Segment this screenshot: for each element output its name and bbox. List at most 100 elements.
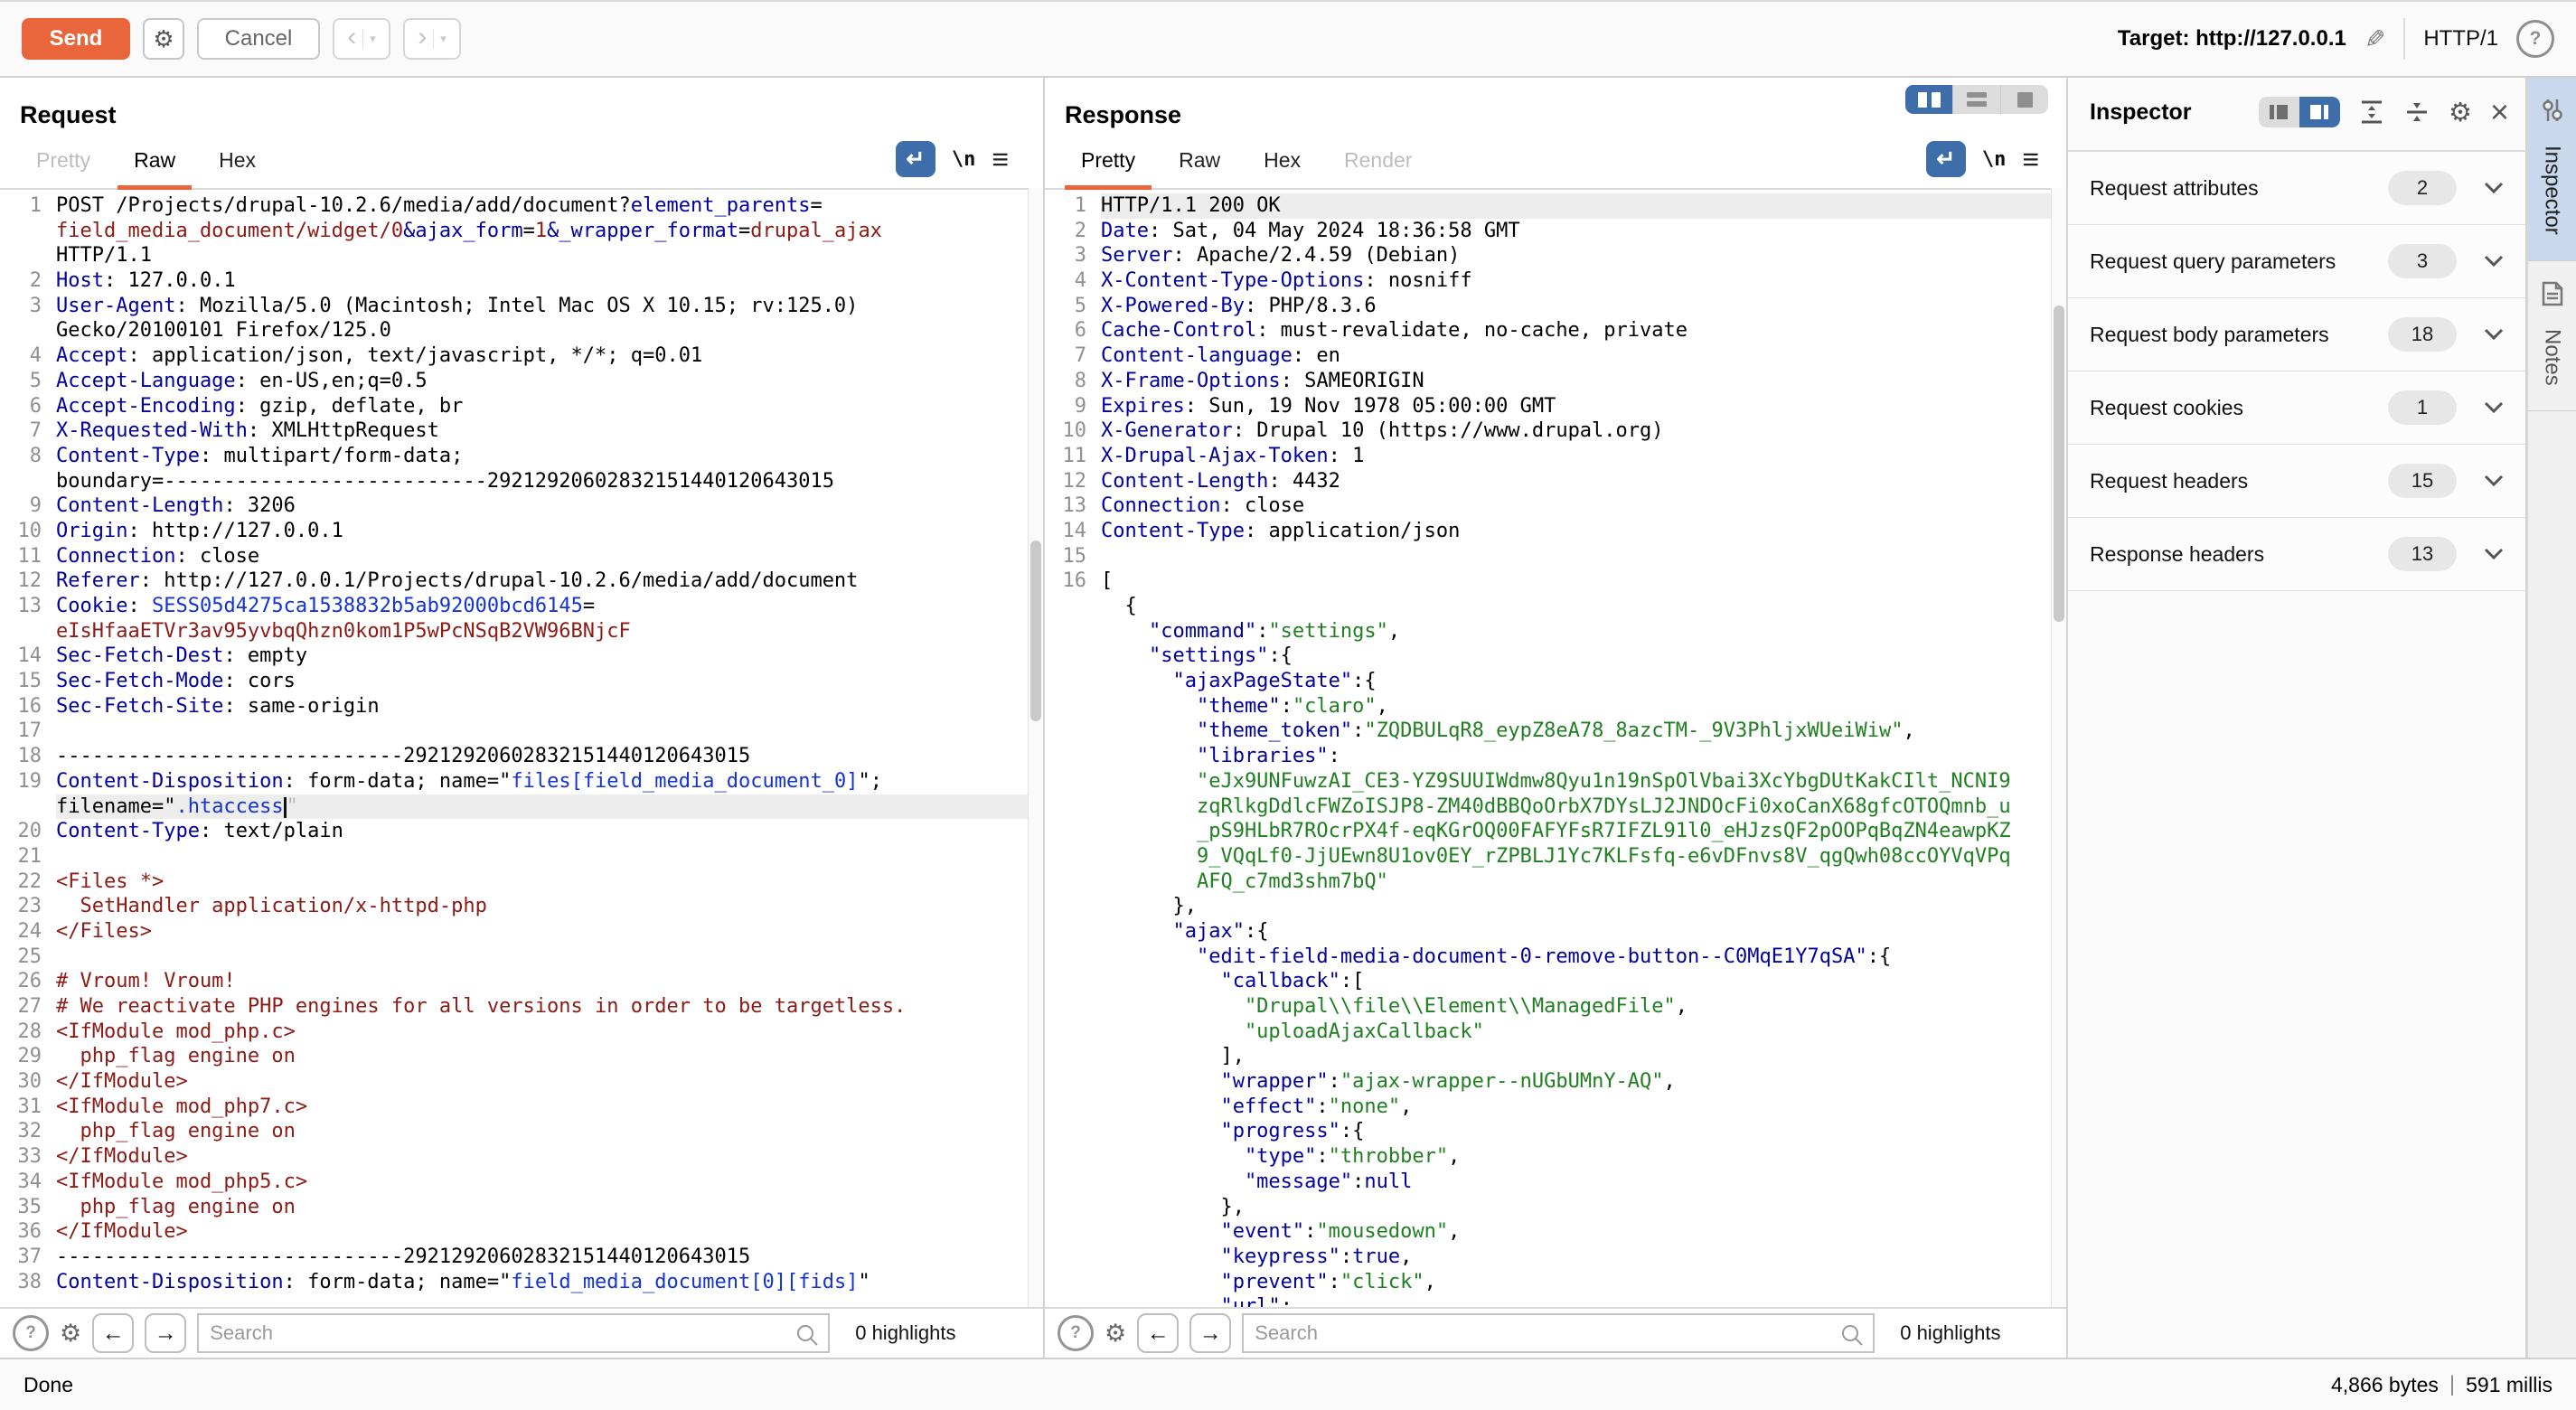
response-panel: Response PrettyRawHexRender ↵ \n ≡ 1HTTP…: [1045, 78, 2068, 1358]
layout-single-button[interactable]: [2000, 85, 2048, 114]
code-line: },: [1045, 1195, 2052, 1220]
code-line: zqRlkgDdlcFWZoISJP8-ZM40dBBQoOrbX7DYsLJ2…: [1045, 794, 2052, 820]
line-number: [1045, 744, 1101, 769]
response-panel-header: Response PrettyRawHexRender ↵ \n ≡: [1045, 78, 2066, 190]
code-line: 2Host: 127.0.0.1: [0, 268, 1029, 294]
dropdown-icon: ▾: [440, 32, 447, 46]
line-number: 1: [1045, 193, 1101, 219]
line-number: 22: [0, 870, 56, 895]
line-number: 15: [1045, 544, 1101, 569]
search-prev-button[interactable]: ←: [92, 1313, 134, 1353]
request-editor[interactable]: 1POST /Projects/drupal-10.2.6/media/add/…: [0, 188, 1029, 1307]
history-back-button[interactable]: ‹ ▾: [333, 18, 390, 60]
tab-raw[interactable]: Raw: [118, 148, 192, 190]
line-number: [1045, 1195, 1101, 1220]
line-number: [0, 794, 56, 820]
response-search-input[interactable]: [1244, 1321, 1873, 1345]
tab-pretty[interactable]: Pretty: [1065, 148, 1152, 190]
help-icon[interactable]: ?: [2516, 20, 2554, 58]
inspector-section-request-body-parameters[interactable]: Request body parameters18: [2068, 298, 2525, 371]
edit-target-icon[interactable]: ✎: [2364, 24, 2385, 54]
inspector-sections: Request attributes2Request query paramet…: [2068, 152, 2525, 591]
line-number: [0, 219, 56, 244]
inspector-settings-icon[interactable]: ⚙: [2449, 97, 2472, 128]
show-newlines-toggle[interactable]: \n: [952, 148, 976, 171]
inspector-close-icon[interactable]: ×: [2490, 96, 2509, 128]
code-line: 35 php_flag engine on: [0, 1195, 1029, 1220]
code-line: "prevent":"click",: [1045, 1270, 2052, 1295]
send-button[interactable]: Send: [22, 18, 130, 60]
collapse-all-icon[interactable]: [2403, 99, 2430, 126]
editor-menu-icon[interactable]: ≡: [2022, 145, 2039, 174]
search-prev-button[interactable]: ←: [1137, 1313, 1179, 1353]
response-editor[interactable]: 1HTTP/1.1 200 OK2Date: Sat, 04 May 2024 …: [1045, 188, 2052, 1307]
inspector-section-request-attributes[interactable]: Request attributes2: [2068, 152, 2525, 225]
line-number: 11: [0, 544, 56, 569]
code-line: 10Origin: http://127.0.0.1: [0, 519, 1029, 544]
line-number: [1045, 994, 1101, 1020]
line-number: [1045, 945, 1101, 970]
line-number: 15: [0, 669, 56, 694]
line-number: 4: [1045, 268, 1101, 294]
line-number: [1045, 1170, 1101, 1195]
request-scrollbar-thumb[interactable]: [1030, 540, 1041, 721]
code-line: "event":"mousedown",: [1045, 1219, 2052, 1245]
chevron-left-icon: ‹: [347, 24, 356, 51]
code-line: 9Content-Length: 3206: [0, 494, 1029, 519]
line-number: 19: [0, 769, 56, 794]
inspector-section-request-query-parameters[interactable]: Request query parameters3: [2068, 225, 2525, 298]
inspector-section-response-headers[interactable]: Response headers13: [2068, 518, 2525, 591]
line-number: [1045, 1020, 1101, 1045]
response-tabs: PrettyRawHexRender: [1065, 148, 1428, 190]
line-number: 38: [0, 1270, 56, 1295]
line-number: [0, 619, 56, 644]
line-number: 10: [1045, 418, 1101, 444]
code-line: "effect":"none",: [1045, 1095, 2052, 1120]
layout-rows-button[interactable]: [1952, 85, 2000, 114]
inspector-section-request-cookies[interactable]: Request cookies1: [2068, 371, 2525, 445]
code-line: "callback":[: [1045, 969, 2052, 994]
code-line: 7Content-language: en: [1045, 343, 2052, 369]
tab-hex[interactable]: Hex: [1247, 148, 1317, 190]
search-help-icon[interactable]: ?: [1058, 1315, 1094, 1351]
code-line: Gecko/20100101 Firefox/125.0: [0, 318, 1029, 343]
response-scrollbar-thumb[interactable]: [2054, 306, 2064, 622]
cancel-button[interactable]: Cancel: [197, 18, 320, 60]
word-wrap-toggle[interactable]: ↵: [896, 141, 935, 177]
code-line: 6Cache-Control: must-revalidate, no-cach…: [1045, 318, 2052, 343]
search-settings-icon[interactable]: ⚙: [60, 1320, 81, 1348]
search-next-button[interactable]: →: [145, 1313, 186, 1353]
dock-tab-inspector[interactable]: Inspector: [2528, 78, 2576, 261]
rows-layout-icon: [1967, 92, 1987, 107]
tab-hex[interactable]: Hex: [202, 148, 272, 190]
code-line: "progress":{: [1045, 1119, 2052, 1144]
show-newlines-toggle[interactable]: \n: [1982, 148, 2007, 171]
tab-raw[interactable]: Raw: [1162, 148, 1236, 190]
single-layout-icon: [2017, 92, 2033, 108]
chevron-down-icon: [2484, 328, 2504, 341]
inspector-section-request-headers[interactable]: Request headers15: [2068, 445, 2525, 518]
dock-tab-notes[interactable]: Notes: [2528, 261, 2576, 412]
code-line: 11X-Drupal-Ajax-Token: 1: [1045, 444, 2052, 469]
request-search-input[interactable]: [199, 1321, 828, 1345]
section-label: Request body parameters: [2090, 323, 2388, 347]
search-settings-icon[interactable]: ⚙: [1105, 1320, 1126, 1348]
tab-pretty: Pretty: [20, 148, 107, 190]
search-help-icon[interactable]: ?: [13, 1315, 49, 1351]
code-line: 16Sec-Fetch-Site: same-origin: [0, 694, 1029, 719]
send-settings-button[interactable]: ⚙: [143, 18, 184, 60]
code-line: boundary=---------------------------2921…: [0, 469, 1029, 494]
code-line: 25: [0, 945, 1029, 970]
line-number: 8: [0, 444, 56, 469]
editor-menu-icon[interactable]: ≡: [992, 145, 1009, 174]
expand-all-icon[interactable]: [2358, 99, 2385, 126]
inspector-view-left-button[interactable]: [2259, 97, 2299, 127]
word-wrap-toggle[interactable]: ↵: [1926, 141, 1966, 177]
search-next-button[interactable]: →: [1189, 1313, 1231, 1353]
http-version-selector[interactable]: HTTP/1: [2423, 26, 2498, 52]
history-forward-button[interactable]: › ▾: [403, 18, 461, 60]
response-scrollbar[interactable]: [2051, 188, 2066, 1307]
request-scrollbar[interactable]: [1028, 188, 1043, 1307]
inspector-view-right-button[interactable]: [2299, 97, 2340, 127]
layout-columns-button[interactable]: [1905, 85, 1952, 114]
